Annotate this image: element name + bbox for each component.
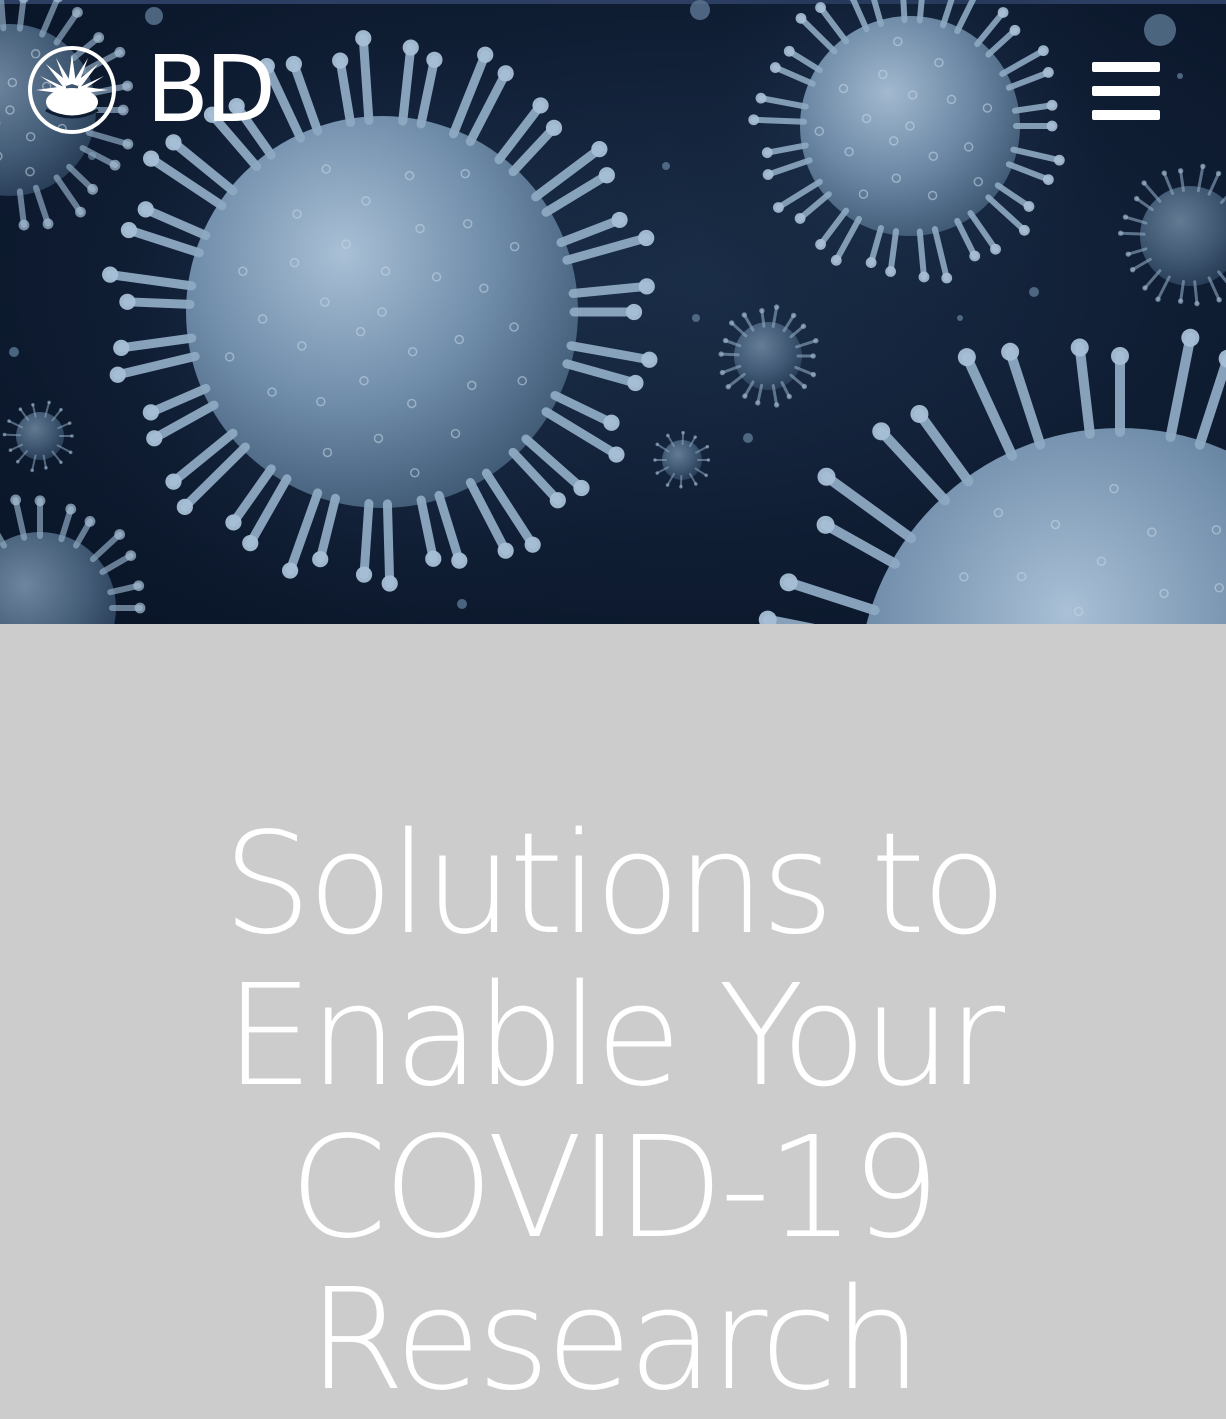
hamburger-menu-button[interactable] — [1092, 62, 1160, 120]
title-line: Enable Your — [224, 955, 1005, 1118]
hamburger-menu-icon-bar — [1092, 86, 1160, 96]
title-line: Solutions to — [222, 803, 1007, 966]
bd-logo-text: BD — [146, 36, 276, 143]
bd-sunburst-logo-icon — [28, 46, 116, 134]
main-content: Solutions to Enable Your COVID-19 Resear… — [0, 624, 1226, 1419]
title-line: COVID-19 — [289, 1107, 940, 1270]
page-title: Solutions to Enable Your COVID-19 Resear… — [113, 809, 1113, 1417]
page: BD Solutions to Enable Your COVID-19 Res… — [0, 0, 1226, 1419]
hero-banner: BD — [0, 0, 1226, 624]
title-line: Research — [307, 1259, 922, 1419]
hamburger-menu-icon-bar — [1092, 62, 1160, 72]
hamburger-menu-icon-bar — [1092, 110, 1160, 120]
bd-logo[interactable]: BD — [26, 36, 276, 143]
